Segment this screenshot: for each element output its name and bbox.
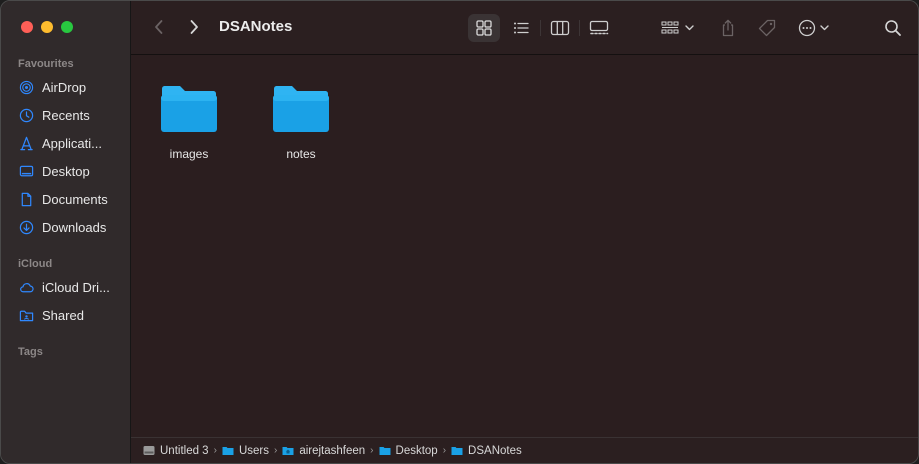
document-icon	[18, 191, 34, 207]
back-button[interactable]	[149, 17, 169, 37]
close-button[interactable]	[21, 21, 33, 33]
tag-button[interactable]	[754, 14, 780, 42]
path-item-dsanotes[interactable]: DSANotes	[451, 445, 522, 457]
sidebar-item-label: Desktop	[42, 163, 90, 179]
path-item-desktop[interactable]: Desktop	[379, 445, 438, 457]
column-view-button[interactable]	[545, 14, 575, 42]
list-icon	[514, 22, 529, 34]
file-item-notes[interactable]: notes	[261, 83, 341, 161]
sidebar-item-applications[interactable]: Applicati...	[18, 133, 126, 153]
grid-icon	[476, 20, 492, 36]
favourites-heading: Favourites	[18, 58, 74, 70]
sidebar-item-label: AirDrop	[42, 79, 87, 95]
toolbar-separator	[579, 20, 580, 36]
ellipsis-circle-icon	[798, 19, 829, 37]
tag-icon	[758, 19, 776, 37]
file-item-images[interactable]: images	[149, 83, 229, 161]
chevron-right-icon: ›	[370, 445, 374, 456]
path-item-label: Untitled 3	[160, 444, 209, 457]
path-item-home[interactable]: airejtashfeen	[282, 445, 365, 457]
clock-icon	[18, 107, 34, 123]
icon-view-button[interactable]	[468, 14, 500, 42]
sidebar-item-label: iCloud Dri...	[42, 279, 110, 295]
columns-icon	[550, 20, 570, 36]
sidebar-item-airdrop[interactable]: AirDrop	[18, 77, 126, 97]
tags-heading: Tags	[18, 346, 43, 358]
more-actions-button[interactable]	[796, 14, 838, 42]
window-title: DSANotes	[219, 18, 293, 35]
folder-icon	[273, 86, 329, 132]
path-item-label: DSANotes	[468, 444, 522, 457]
path-item-label: Users	[238, 444, 269, 457]
share-icon	[722, 19, 734, 37]
toolbar-separator	[540, 20, 541, 36]
cloud-icon	[18, 279, 34, 295]
search-button[interactable]	[880, 14, 906, 42]
gallery-view-button[interactable]	[584, 14, 614, 42]
folder-icon	[222, 447, 234, 455]
disk-icon	[143, 446, 155, 455]
minimize-button[interactable]	[41, 21, 53, 33]
sidebar-item-label: Shared	[42, 307, 84, 323]
chevron-left-icon	[155, 20, 163, 34]
path-item-label: Desktop	[395, 444, 438, 457]
home-folder-icon	[282, 447, 294, 455]
folder-icon	[379, 447, 391, 455]
finder-window: Favourites AirDrop Recents Applicati... …	[0, 0, 919, 464]
sidebar-item-documents[interactable]: Documents	[18, 189, 126, 209]
file-name: notes	[286, 147, 316, 161]
path-item-label: airejtashfeen	[299, 444, 366, 457]
download-icon	[18, 219, 34, 235]
toolbar: DSANotes	[131, 1, 918, 55]
path-item-disk[interactable]: Untitled 3	[143, 445, 209, 457]
sidebar-item-label: Documents	[42, 191, 108, 207]
list-view-button[interactable]	[506, 14, 536, 42]
file-name: images	[169, 147, 209, 161]
sidebar-item-shared[interactable]: Shared	[18, 305, 126, 325]
forward-button[interactable]	[184, 17, 204, 37]
desktop-icon	[18, 163, 34, 179]
applications-icon	[18, 135, 34, 151]
chevron-right-icon	[190, 20, 198, 34]
sidebar: Favourites AirDrop Recents Applicati... …	[1, 1, 131, 463]
sidebar-item-recents[interactable]: Recents	[18, 105, 126, 125]
path-bar: Untitled 3 › Users › airejtashfeen › Des…	[131, 437, 918, 463]
search-icon	[885, 20, 901, 36]
gallery-icon	[589, 20, 609, 35]
sidebar-item-label: Applicati...	[42, 135, 102, 151]
chevron-right-icon: ›	[442, 445, 447, 456]
sidebar-item-desktop[interactable]: Desktop	[18, 161, 126, 181]
sidebar-item-label: Recents	[42, 107, 90, 123]
window-controls	[21, 21, 73, 33]
group-icon	[661, 21, 694, 34]
folder-icon	[451, 447, 463, 455]
chevron-right-icon: ›	[273, 445, 278, 456]
share-button[interactable]	[716, 14, 740, 42]
file-browser: images notes	[131, 55, 918, 437]
group-by-button[interactable]	[659, 14, 701, 42]
sidebar-item-downloads[interactable]: Downloads	[18, 217, 126, 237]
sidebar-item-label: Downloads	[42, 219, 107, 235]
shared-folder-icon	[18, 307, 34, 323]
folder-icon	[161, 86, 217, 132]
zoom-button[interactable]	[61, 21, 73, 33]
sidebar-item-icloud-drive[interactable]: iCloud Dri...	[18, 277, 126, 297]
chevron-right-icon: ›	[213, 445, 217, 456]
airdrop-icon	[18, 79, 34, 95]
path-item-users[interactable]: Users	[222, 445, 269, 457]
icloud-heading: iCloud	[18, 258, 53, 270]
